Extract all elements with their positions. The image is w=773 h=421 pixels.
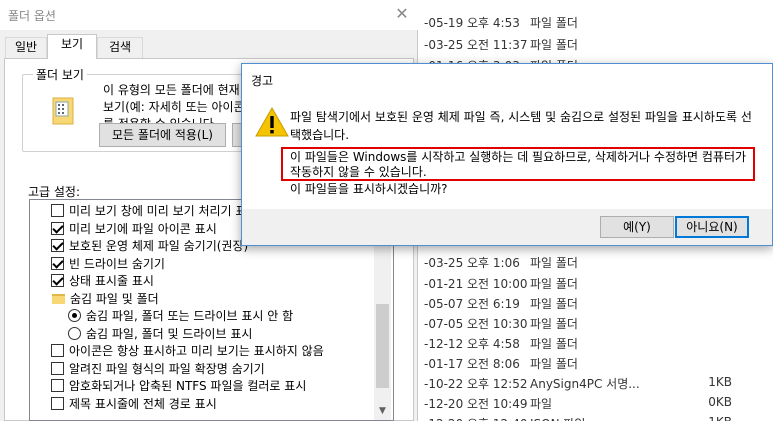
file-type: 파일 폴더 (530, 277, 578, 291)
file-date: -12-20 오전 10:49 (424, 397, 528, 411)
advanced-setting-label: 미리 보기 창에 미리 보기 처리기 표시 (69, 204, 258, 218)
warning-dialog-title: 경고 (251, 74, 274, 88)
file-date: -05-19 오후 4:53 (424, 16, 520, 30)
checkbox[interactable] (51, 221, 64, 235)
advanced-setting-item[interactable]: 알려진 파일 형식의 파일 확장명 숨기기 (51, 360, 265, 378)
advanced-setting-label: 제목 표시줄에 전체 경로 표시 (69, 396, 217, 411)
file-date: -01-21 오전 10:00 (424, 277, 528, 291)
file-date: -12-20 오후 12:40 (424, 415, 528, 421)
file-type: AnySign4PC 서명... (530, 377, 640, 391)
file-size: 1KB (708, 375, 732, 389)
yes-button[interactable]: 예(Y) (600, 216, 674, 238)
checkbox[interactable] (51, 396, 64, 410)
advanced-setting-label: 아이콘은 항상 표시하고 미리 보기는 표시하지 않음 (69, 344, 324, 358)
file-row[interactable]: -03-25 오후 1:06 파일 폴더 (418, 254, 773, 273)
file-row[interactable]: -12-12 오후 4:58 파일 폴더 (418, 335, 773, 354)
advanced-setting-item[interactable]: 아이콘은 항상 표시하고 미리 보기는 표시하지 않음 (51, 342, 324, 360)
file-date: -03-25 오후 1:06 (424, 256, 520, 270)
file-size: 1KB (688, 415, 732, 421)
warning-question: 이 파일들을 표시하시겠습니까? (290, 182, 448, 196)
advanced-setting-item[interactable]: 숨김 파일, 폴더 또는 드라이브 표시 안 함 (68, 307, 293, 325)
tab-view[interactable]: 보기 (47, 34, 97, 59)
file-row[interactable]: -12-20 오전 10:49 파일 0KB (418, 395, 773, 414)
advanced-setting-item[interactable]: 숨김 파일, 폴더 및 드라이브 표시 (68, 325, 252, 343)
file-row[interactable]: -05-07 오전 6:19 파일 폴더 (418, 295, 773, 314)
warning-icon (255, 107, 289, 137)
file-row[interactable]: -01-21 오전 10:00 파일 폴더 (418, 275, 773, 294)
advanced-setting-label: 상태 표시줄 표시 (69, 274, 154, 288)
scroll-down-icon[interactable]: ▼ (374, 403, 391, 420)
checkbox[interactable] (51, 361, 64, 375)
file-type: 파일 폴더 (530, 297, 578, 311)
file-date: -12-12 오후 4:58 (424, 337, 520, 351)
advanced-setting-label: 숨김 파일, 폴더 또는 드라이브 표시 안 함 (86, 309, 294, 323)
close-icon[interactable]: ✕ (390, 3, 414, 25)
warning-highlighted-message: 이 파일들은 Windows를 시작하고 실행하는 데 필요하므로, 삭제하거나… (290, 150, 747, 179)
file-size: 0KB (708, 395, 732, 409)
tab-search[interactable]: 검색 (97, 37, 143, 58)
advanced-setting-label: 숨김 파일, 폴더 및 드라이브 표시 (86, 326, 253, 341)
file-row[interactable]: -05-19 오후 4:53 파일 폴더 (418, 14, 773, 33)
scrollbar-thumb[interactable] (376, 304, 389, 388)
title-bar: 폴더 옵션 ✕ (0, 0, 418, 30)
file-type: 파일 폴더 (530, 337, 578, 351)
no-button[interactable]: 아니요(N) (675, 216, 749, 238)
file-type: 파일 폴더 (530, 357, 578, 371)
folder-icon (52, 293, 65, 304)
apply-to-all-folders-button[interactable]: 모든 폴더에 적용(L) (99, 123, 226, 147)
file-type: 파일 폴더 (530, 256, 578, 270)
file-type: 파일 폴더 (530, 16, 578, 30)
advanced-settings-label: 고급 설정: (28, 185, 81, 199)
advanced-setting-item[interactable]: 암호화되거나 압축된 NTFS 파일을 컬러로 표시 (51, 377, 306, 395)
file-date: -03-25 오전 11:37 (424, 38, 528, 52)
advanced-setting-item[interactable]: 보호된 운영 체제 파일 숨기기(권장) (51, 237, 248, 255)
file-row[interactable]: -12-20 오후 12:40JSON 파일 1KB (418, 415, 773, 421)
group-label: 폴더 보기 (33, 66, 87, 83)
advanced-setting-label: 빈 드라이브 숨기기 (69, 256, 165, 271)
checkbox[interactable] (51, 274, 64, 287)
checkbox[interactable] (51, 204, 64, 217)
file-row[interactable]: -07-05 오전 10:30 파일 폴더 (418, 315, 773, 334)
file-type: JSON 파일 (530, 415, 585, 421)
file-type: 파일 폴더 (530, 317, 578, 331)
advanced-setting-item[interactable]: 미리 보기 창에 미리 보기 처리기 표시 (51, 202, 258, 220)
file-type: 파일 폴더 (530, 38, 578, 52)
checkbox[interactable] (51, 239, 64, 252)
advanced-setting-label: 미리 보기에 파일 아이콘 표시 (69, 221, 217, 236)
advanced-setting-label: 숨김 파일 및 폴더 (70, 291, 159, 306)
checkbox[interactable] (51, 256, 64, 270)
advanced-setting-item[interactable]: 제목 표시줄에 전체 경로 표시 (51, 395, 217, 413)
checkbox[interactable] (51, 379, 64, 392)
file-date: -07-05 오전 10:30 (424, 317, 528, 331)
advanced-setting-label: 암호화되거나 압축된 NTFS 파일을 컬러로 표시 (69, 379, 307, 393)
advanced-setting-item[interactable]: 빈 드라이브 숨기기 (51, 255, 165, 273)
file-type: 파일 (530, 397, 553, 411)
radio-button[interactable] (68, 326, 81, 340)
file-date: -10-22 오후 12:52 (424, 377, 528, 391)
file-row[interactable]: -01-17 오전 8:06 파일 폴더 (418, 355, 773, 374)
warning-message: 파일 탐색기에서 보호된 운영 체제 파일 즉, 시스템 및 숨김으로 설정된 … (290, 110, 752, 142)
file-date: -05-07 오전 6:19 (424, 297, 520, 311)
warning-dialog: 경고 파일 탐색기에서 보호된 운영 체제 파일 즉, 시스템 및 숨김으로 설… (241, 63, 773, 246)
dialog-title: 폴더 옵션 (8, 9, 56, 23)
file-row[interactable]: -03-25 오전 11:37 파일 폴더 (418, 36, 773, 55)
advanced-setting-item: 숨김 파일 및 폴더 (52, 290, 159, 308)
file-date: -01-17 오전 8:06 (424, 357, 520, 371)
tab-general[interactable]: 일반 (5, 37, 47, 58)
file-row[interactable]: -10-22 오후 12:52 AnySign4PC 서명... 1KB (418, 375, 773, 394)
advanced-setting-label: 알려진 파일 형식의 파일 확장명 숨기기 (69, 361, 265, 376)
advanced-setting-item[interactable]: 미리 보기에 파일 아이콘 표시 (51, 220, 217, 238)
advanced-setting-label: 보호된 운영 체제 파일 숨기기(권장) (69, 239, 249, 253)
folder-view-icon (52, 97, 74, 125)
advanced-setting-item[interactable]: 상태 표시줄 표시 (51, 272, 154, 290)
radio-button[interactable] (68, 309, 81, 322)
checkbox[interactable] (51, 344, 64, 357)
